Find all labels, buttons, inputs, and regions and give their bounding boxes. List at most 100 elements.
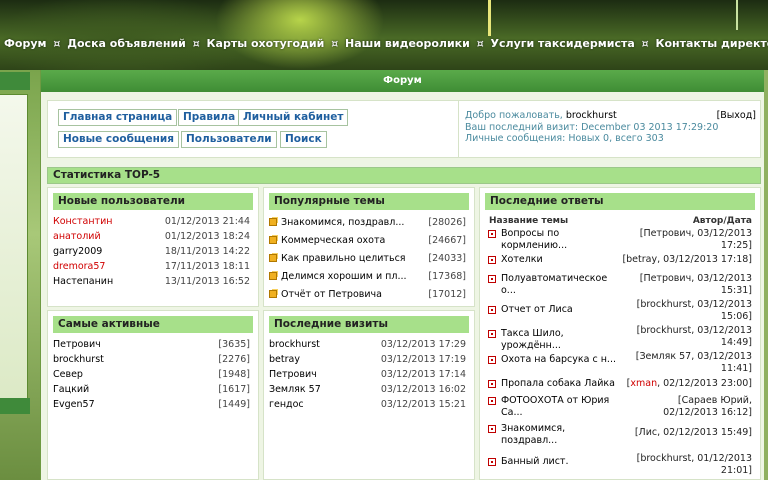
reply-author[interactable]: [brockhurst, 03/12/2013 15:06] [622,299,752,322]
panel-title: Последние ответы [485,193,755,210]
last-visits-panel: Последние визиты brockhurst 03/12/2013 17… [263,310,475,480]
topic-folder-icon [269,218,277,226]
nav-link-classifieds[interactable]: Доска объявлений [67,37,186,50]
nav-separator: ¤ [53,37,61,50]
list-item: Константин 01/12/2013 21:44 [53,214,253,229]
topic-folder-icon [269,236,277,244]
nav-link-videos[interactable]: Наши видеоролики [345,37,470,50]
user-link[interactable]: Гацкий [53,384,89,395]
list-item: Север [1948] [53,367,253,382]
reply-author[interactable]: [Сараев Юрий, 02/12/2013 16:12] [622,395,752,418]
reply-row: ФОТООХОТА от Юрия Са... [Сараев Юрий, 02… [485,395,755,423]
list-item: brockhurst [2276] [53,352,253,367]
topic-link[interactable]: Знакомимся, поздравл... [281,217,404,228]
home-button[interactable]: Главная страница [58,109,178,126]
new-users-panel: Новые пользователи Константин 01/12/2013 … [47,187,259,307]
list-item: Делимся хорошим и пл... [17368] [269,268,469,286]
user-link[interactable]: Земляк 57 [269,384,321,395]
nav-link-hunting-maps[interactable]: Карты охотугодий [207,37,325,50]
topic-folder-icon [269,290,277,298]
reply-author[interactable]: [brockhurst, 01/12/2013 21:01] [622,453,752,476]
forum-nav-box: Главная страница Правила Личный кабинет … [47,100,761,158]
reply-author[interactable]: [Петрович, 03/12/2013 15:31] [622,273,752,296]
panel-title: Последние визиты [269,316,469,333]
nav-link-forum[interactable]: Форум [4,37,47,50]
reply-author[interactable]: [Лис, 02/12/2013 15:49] [622,427,752,439]
logout-link[interactable]: [Выход] [717,110,756,122]
nav-link-taxidermy[interactable]: Услуги таксидермиста [491,37,635,50]
list-item: Настепанин 13/11/2013 16:52 [53,274,253,289]
nav-link-contacts[interactable]: Контакты директоров ОООООи [655,37,768,50]
post-icon [488,306,496,314]
list-item: Петрович 03/12/2013 17:14 [269,367,469,382]
user-link[interactable]: brockhurst [53,354,104,365]
left-sidebar-footer [0,398,30,414]
banner-decoration [488,0,491,36]
user-link[interactable]: Настепанин [53,276,113,287]
reply-row: Знакомимся, поздравл... [Лис, 02/12/2013… [485,423,755,453]
user-link[interactable]: Петрович [53,339,101,350]
user-link[interactable]: Петрович [269,369,317,380]
user-link[interactable]: Evgen57 [53,399,95,410]
reply-row: Полуавтоматическое о... [Петрович, 03/12… [485,273,755,299]
post-icon [488,458,496,466]
user-link[interactable]: brockhurst [269,339,320,350]
reply-topic-link[interactable]: Банный лист. [501,456,619,468]
list-item: brockhurst 03/12/2013 17:29 [269,337,469,352]
reply-author[interactable]: [Петрович, 03/12/2013 17:25] [622,228,752,251]
popular-topics-panel: Популярные темы Знакомимся, поздравл... [… [263,187,475,307]
reply-topic-link[interactable]: Полуавтоматическое о... [501,273,619,296]
user-link[interactable]: betray [269,354,300,365]
topic-link[interactable]: Коммерческая охота [281,235,385,246]
rules-button[interactable]: Правила [178,109,241,126]
reply-author-name[interactable]: xman [630,378,657,389]
user-link[interactable]: garry2009 [53,246,102,257]
post-icon [488,380,496,388]
reply-topic-link[interactable]: Знакомимся, поздравл... [501,423,619,446]
reply-topic-link[interactable]: Такса Шило, урождённ... [501,328,619,351]
reply-author[interactable]: [Земляк 57, 03/12/2013 11:41] [622,351,752,374]
topic-count: [17012] [428,289,466,300]
topic-count: [24667] [428,235,466,246]
topic-link[interactable]: Делимся хорошим и пл... [281,271,407,282]
left-sidebar-header [0,72,30,90]
users-button[interactable]: Пользователи [181,131,277,148]
private-messages-label[interactable]: Личные сообщения: [465,133,565,144]
topic-count: [24033] [428,253,466,264]
reply-author[interactable]: [brockhurst, 03/12/2013 14:49] [622,325,752,348]
welcome-username[interactable]: brockhurst [566,110,617,121]
user-date: 01/12/2013 18:24 [164,231,250,242]
reply-author-date: , 02/12/2013 23:00] [657,378,752,389]
topic-link[interactable]: Как правильно целиться [281,253,406,264]
welcome-panel: Добро пожаловать, brockhurst Ваш последн… [458,101,762,157]
nav-separator: ¤ [641,37,649,50]
welcome-greeting: Добро пожаловать, [465,110,563,121]
user-link[interactable]: анатолий [53,231,101,242]
post-icon [488,425,496,433]
reply-author[interactable]: [betray, 03/12/2013 17:18] [622,254,752,266]
list-item: Коммерческая охота [24667] [269,232,469,250]
reply-topic-link[interactable]: Отчет от Лиса [501,304,619,316]
user-link[interactable]: Север [53,369,83,380]
reply-author[interactable]: [xman, 02/12/2013 23:00] [622,378,752,390]
reply-row: Охота на барсука с н... [Земляк 57, 03/1… [485,351,755,378]
reply-topic-link[interactable]: Пропала собака Лайка [501,378,619,390]
search-button[interactable]: Поиск [280,131,327,148]
post-count: [1449] [218,399,250,410]
user-link[interactable]: Константин [53,216,112,227]
reply-topic-link[interactable]: Хотелки [501,254,619,266]
visit-date: 03/12/2013 16:02 [380,384,466,395]
reply-topic-link[interactable]: Вопросы по кормлению... [501,228,619,251]
reply-row: Отчет от Лиса [brockhurst, 03/12/2013 15… [485,299,755,325]
topic-link[interactable]: Отчёт от Петровича [281,289,382,300]
replies-column-header: Название темы Автор/Дата [485,214,755,228]
new-messages-button[interactable]: Новые сообщения [58,131,179,148]
user-link[interactable]: dremora57 [53,261,105,272]
user-link[interactable]: гендос [269,399,304,410]
reply-row: Такса Шило, урождённ... [brockhurst, 03/… [485,325,755,351]
reply-topic-link[interactable]: ФОТООХОТА от Юрия Са... [501,395,619,418]
visit-date: 03/12/2013 17:19 [380,354,466,365]
personal-cabinet-button[interactable]: Личный кабинет [238,109,349,126]
reply-topic-link[interactable]: Охота на барсука с н... [501,354,619,366]
post-icon [488,397,496,405]
